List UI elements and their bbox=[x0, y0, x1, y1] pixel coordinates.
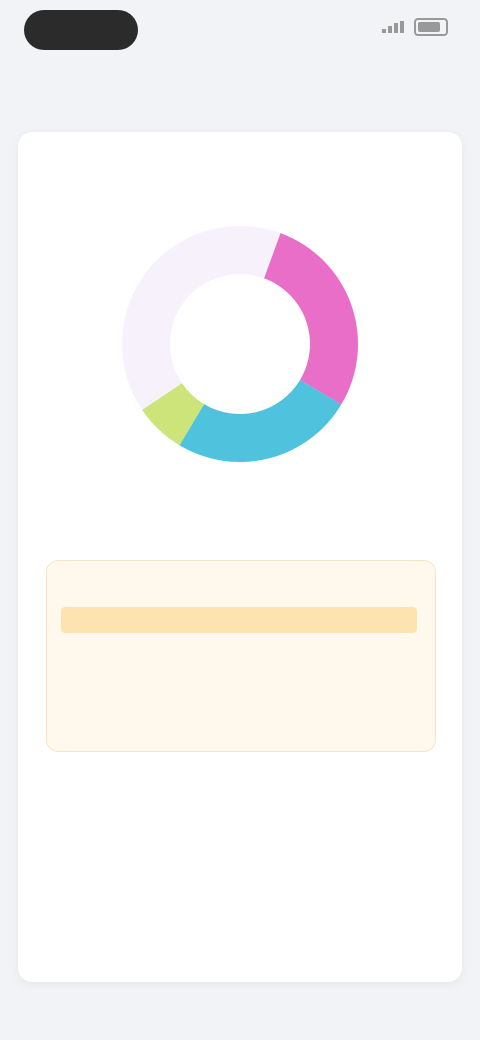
donut-center bbox=[120, 350, 360, 352]
notes bbox=[42, 772, 438, 790]
navigation-bar bbox=[0, 62, 480, 118]
status-bar bbox=[0, 0, 480, 62]
donut-slice-3[interactable] bbox=[122, 225, 281, 410]
signal-icon bbox=[382, 21, 404, 33]
summary-card bbox=[18, 132, 462, 982]
donut-slice-0[interactable] bbox=[264, 233, 358, 405]
donut-chart bbox=[120, 194, 360, 474]
battery-icon bbox=[414, 18, 448, 36]
dynamic-island bbox=[24, 10, 138, 50]
warning-box bbox=[46, 560, 436, 752]
donut-chart-svg bbox=[122, 225, 358, 463]
donut-slice-1[interactable] bbox=[179, 379, 342, 463]
warning-highlight bbox=[61, 607, 417, 633]
status-icons bbox=[382, 18, 448, 36]
